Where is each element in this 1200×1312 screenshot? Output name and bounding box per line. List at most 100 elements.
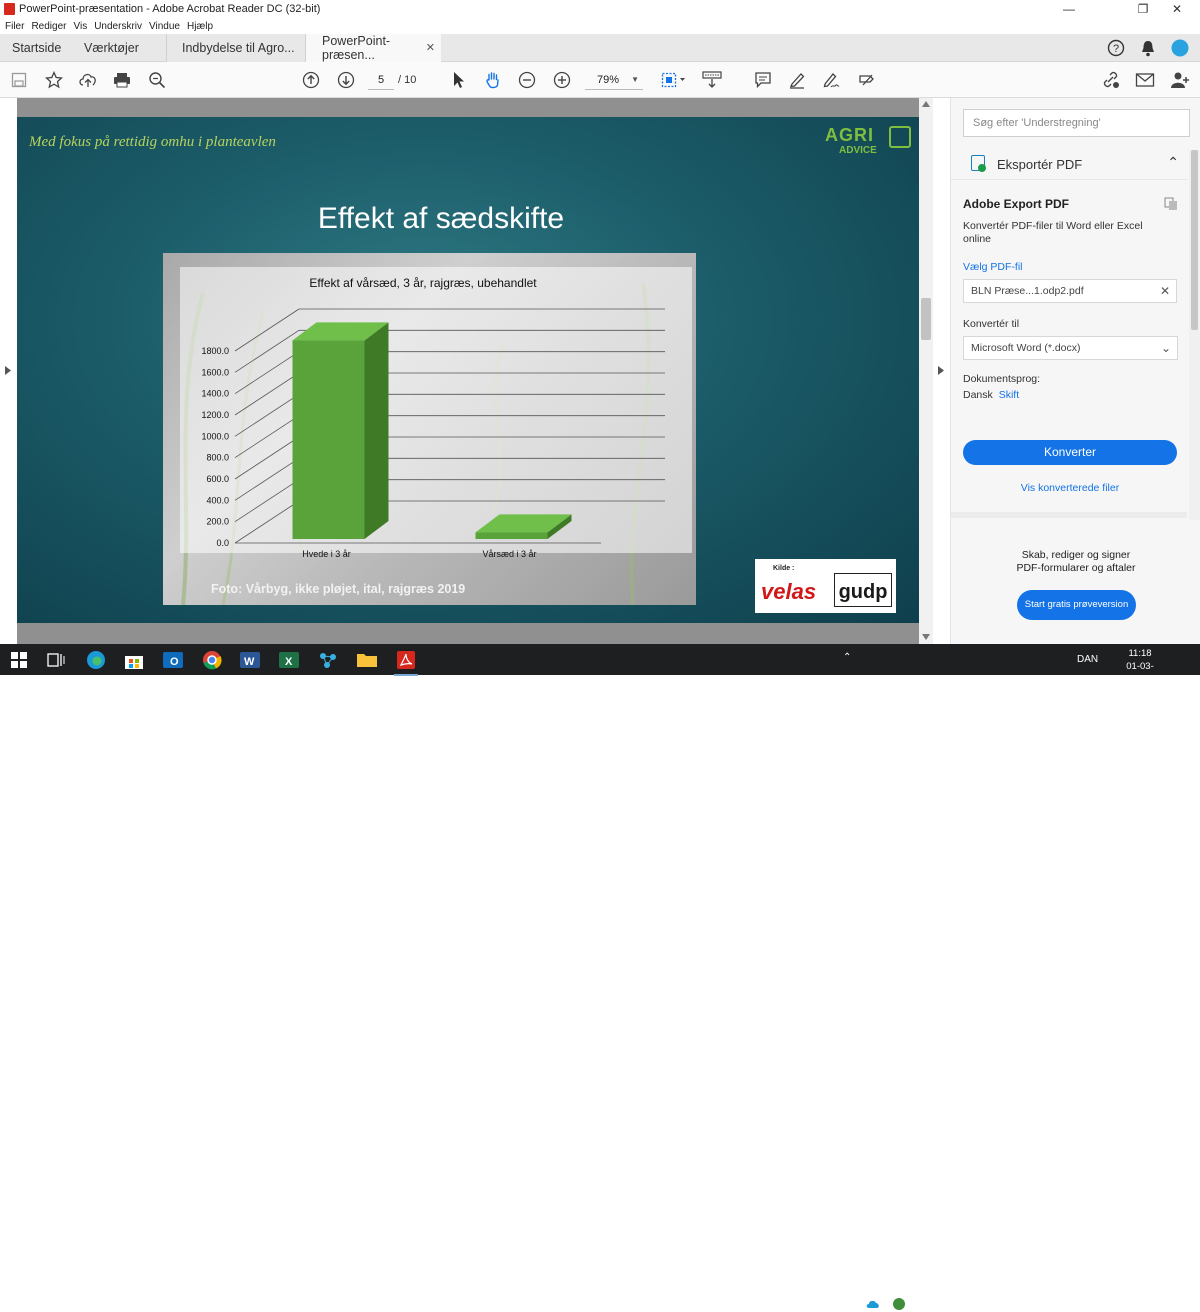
clock-date: 01-03-2021 <box>1126 661 1154 685</box>
acrobat-taskbar-icon[interactable] <box>394 648 418 676</box>
info-copy-icon[interactable] <box>1164 197 1178 211</box>
velas-logo: velas <box>761 579 817 604</box>
menu-view[interactable]: Vis <box>73 21 87 32</box>
previous-page-icon[interactable] <box>301 70 321 90</box>
help-icon[interactable]: ? <box>1106 38 1126 58</box>
add-user-icon[interactable] <box>1170 70 1190 90</box>
panel-scrollbar[interactable] <box>1189 150 1200 520</box>
select-file-link[interactable]: Vælg PDF-fil <box>963 261 1023 273</box>
convert-to-label: Konvertér til <box>963 318 1020 330</box>
account-avatar-icon[interactable] <box>1170 38 1190 58</box>
app-network-icon[interactable] <box>316 648 340 672</box>
notifications-bell-icon[interactable] <box>1138 38 1158 58</box>
tray-app-icon[interactable] <box>892 1297 906 1311</box>
bar-chart: 0.0 200.0 400.0 600.0 800.0 1000.0 1200.0 1400.… <box>180 267 692 559</box>
volume-icon[interactable] <box>992 1298 1006 1310</box>
highlight-pen-icon[interactable] <box>787 70 807 90</box>
selected-file-name: BLN Præse...1.odp2.pdf <box>971 285 1084 297</box>
clock-time: 11:18 <box>1128 648 1152 659</box>
task-view-icon[interactable] <box>44 648 68 672</box>
scroll-up-icon[interactable] <box>922 101 930 107</box>
right-pane-toggle[interactable] <box>933 98 950 644</box>
service-description: Konvertér PDF-filer til Word eller Excel… <box>963 220 1143 245</box>
dropbox-icon[interactable] <box>917 1298 931 1310</box>
zoom-level-dropdown[interactable]: 79% ▼ <box>585 70 643 90</box>
acrobat-app-icon <box>4 3 15 15</box>
taskbar-clock[interactable]: 11:18 01-03-2021 <box>1117 647 1163 686</box>
zoom-in-icon[interactable] <box>552 70 572 90</box>
page-number-input[interactable]: 5 <box>368 70 394 90</box>
convert-button[interactable]: Konverter <box>963 440 1177 465</box>
minimize-button[interactable]: — <box>1046 0 1092 18</box>
outlook-icon[interactable]: O <box>161 648 185 672</box>
document-scrollbar[interactable] <box>919 98 933 644</box>
onedrive-cloud-icon[interactable] <box>866 1299 880 1309</box>
left-pane-collapse[interactable] <box>0 98 17 644</box>
source-credit-box: Kilde : velas gudp <box>755 559 896 613</box>
save-icon[interactable] <box>9 70 29 90</box>
menu-help[interactable]: Hjælp <box>187 21 213 32</box>
search-input[interactable]: Søg efter 'Understregning' <box>963 109 1190 137</box>
zoom-out-icon[interactable] <box>517 70 537 90</box>
chevron-right-icon <box>938 366 944 375</box>
close-window-button[interactable]: ✕ <box>1154 0 1200 18</box>
excel-icon[interactable]: X <box>277 648 301 672</box>
export-pdf-header[interactable]: Eksportér PDF ⌃ <box>951 148 1187 180</box>
fit-page-icon[interactable] <box>660 70 688 90</box>
next-page-icon[interactable] <box>336 70 356 90</box>
share-link-icon[interactable] <box>1101 70 1121 90</box>
draw-sign-icon[interactable] <box>821 70 841 90</box>
slide-title: Effekt af sædskifte <box>317 202 565 235</box>
page-total: / 10 <box>398 74 417 86</box>
window-title: PowerPoint-præsentation - Adobe Acrobat … <box>19 3 321 15</box>
agri-advice-logo: AGRI ADVICE <box>825 126 911 159</box>
windows-taskbar: O W X ⌃ DAN <box>0 644 1200 1312</box>
email-icon[interactable] <box>1135 70 1155 90</box>
edge-browser-icon[interactable] <box>84 648 108 672</box>
export-pdf-icon <box>971 155 986 172</box>
scrollbar-thumb[interactable] <box>921 298 931 340</box>
tab-document-powerpoint[interactable]: PowerPoint-præsen... ✕ <box>305 34 441 62</box>
chevron-up-icon[interactable]: ⌃ <box>1167 154 1179 171</box>
keyboard-icon[interactable] <box>1046 1298 1068 1310</box>
wifi-icon[interactable] <box>968 1298 982 1310</box>
edit-stamp-icon[interactable] <box>856 70 876 90</box>
hand-tool-icon[interactable] <box>483 70 503 90</box>
file-explorer-icon[interactable] <box>355 648 379 672</box>
print-icon[interactable] <box>112 70 132 90</box>
menu-edit[interactable]: Rediger <box>31 21 66 32</box>
windows-start-icon[interactable] <box>7 648 31 672</box>
language-label: Dokumentsprog: <box>963 373 1041 385</box>
pen-tray-icon[interactable] <box>1017 1297 1031 1311</box>
panel-scrollbar-thumb[interactable] <box>1191 150 1198 330</box>
menu-sign[interactable]: Underskriv <box>94 21 142 32</box>
scroll-down-icon[interactable] <box>922 634 930 640</box>
selected-file-field[interactable]: BLN Præse...1.odp2.pdf ✕ <box>963 279 1177 303</box>
zoom-search-icon[interactable] <box>147 70 167 90</box>
menu-file[interactable]: Filer <box>5 21 24 32</box>
cloud-upload-icon[interactable] <box>78 70 98 90</box>
tab-home[interactable]: Startside <box>12 34 72 62</box>
close-tab-icon[interactable]: ✕ <box>426 41 435 54</box>
change-language-link[interactable]: Skift <box>999 389 1019 401</box>
bookmark-star-icon[interactable] <box>44 70 64 90</box>
chart-plot-panel <box>180 267 692 553</box>
start-trial-button[interactable]: Start gratis prøveversion <box>1017 590 1136 620</box>
tab-tools[interactable]: Værktøjer <box>84 34 154 62</box>
view-converted-files-link[interactable]: Vis konverterede filer <box>963 482 1177 494</box>
scroll-mode-icon[interactable] <box>702 70 722 90</box>
tab-document-invitation[interactable]: Indbydelse til Agro... <box>166 34 304 62</box>
chrome-icon[interactable] <box>200 648 224 672</box>
cloud-sync-icon[interactable] <box>943 1298 957 1310</box>
menu-window[interactable]: Vindue <box>149 21 180 32</box>
language-value: Dansk <box>963 389 993 401</box>
clear-file-icon[interactable]: ✕ <box>1160 280 1170 302</box>
tray-expand-icon[interactable]: ⌃ <box>843 652 851 663</box>
select-cursor-icon[interactable] <box>449 70 469 90</box>
convert-format-dropdown[interactable]: Microsoft Word (*.docx) ⌄ <box>963 336 1178 360</box>
store-icon[interactable] <box>122 648 146 672</box>
comment-icon[interactable] <box>753 70 773 90</box>
word-icon[interactable]: W <box>238 648 262 672</box>
input-language[interactable]: DAN <box>1077 654 1098 665</box>
notification-center-icon[interactable] <box>1174 1298 1190 1312</box>
